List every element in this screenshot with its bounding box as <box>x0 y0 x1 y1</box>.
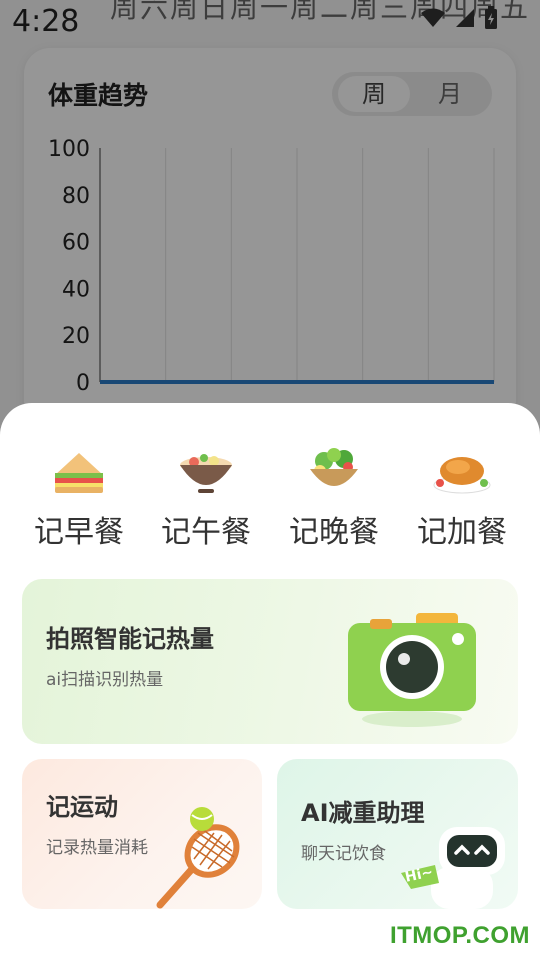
tennis-racket-icon <box>156 807 240 909</box>
meal-row: 记早餐 记午餐 记晚餐 记加餐 <box>0 445 540 555</box>
meal-label: 记午餐 <box>161 515 251 550</box>
photo-card-subtitle: ai扫描识别热量 <box>46 670 164 690</box>
camera-icon <box>348 613 476 727</box>
ai-assistant-card[interactable]: AI减重助理 聊天记饮食 Hi~ <box>277 759 518 909</box>
robot-icon: Hi~ <box>401 823 511 909</box>
sandwich-icon <box>55 453 103 493</box>
noodle-bowl-icon <box>180 454 232 493</box>
meal-dinner-button[interactable]: 记晚餐 <box>274 445 394 555</box>
roast-chicken-icon <box>433 457 491 494</box>
record-bottom-sheet: 记早餐 记午餐 记晚餐 记加餐 拍照智能记热量 ai扫描识别热量 记运动 记录热… <box>0 403 540 960</box>
meal-lunch-button[interactable]: 记午餐 <box>146 445 266 555</box>
photo-card-title: 拍照智能记热量 <box>46 625 214 653</box>
watermark: ITMOP.COM <box>389 922 530 949</box>
meal-snack-button[interactable]: 记加餐 <box>402 445 522 555</box>
meal-label: 记加餐 <box>417 515 507 550</box>
salad-icon <box>310 448 358 486</box>
meal-breakfast-button[interactable]: 记早餐 <box>19 445 139 555</box>
meal-label: 记早餐 <box>34 515 124 550</box>
ai-card-subtitle: 聊天记饮食 <box>301 844 386 864</box>
photo-calorie-card[interactable]: 拍照智能记热量 ai扫描识别热量 <box>22 579 518 744</box>
exercise-card-title: 记运动 <box>46 793 118 821</box>
meal-label: 记晚餐 <box>289 515 379 550</box>
exercise-card-subtitle: 记录热量消耗 <box>46 838 148 858</box>
exercise-card[interactable]: 记运动 记录热量消耗 <box>22 759 262 909</box>
